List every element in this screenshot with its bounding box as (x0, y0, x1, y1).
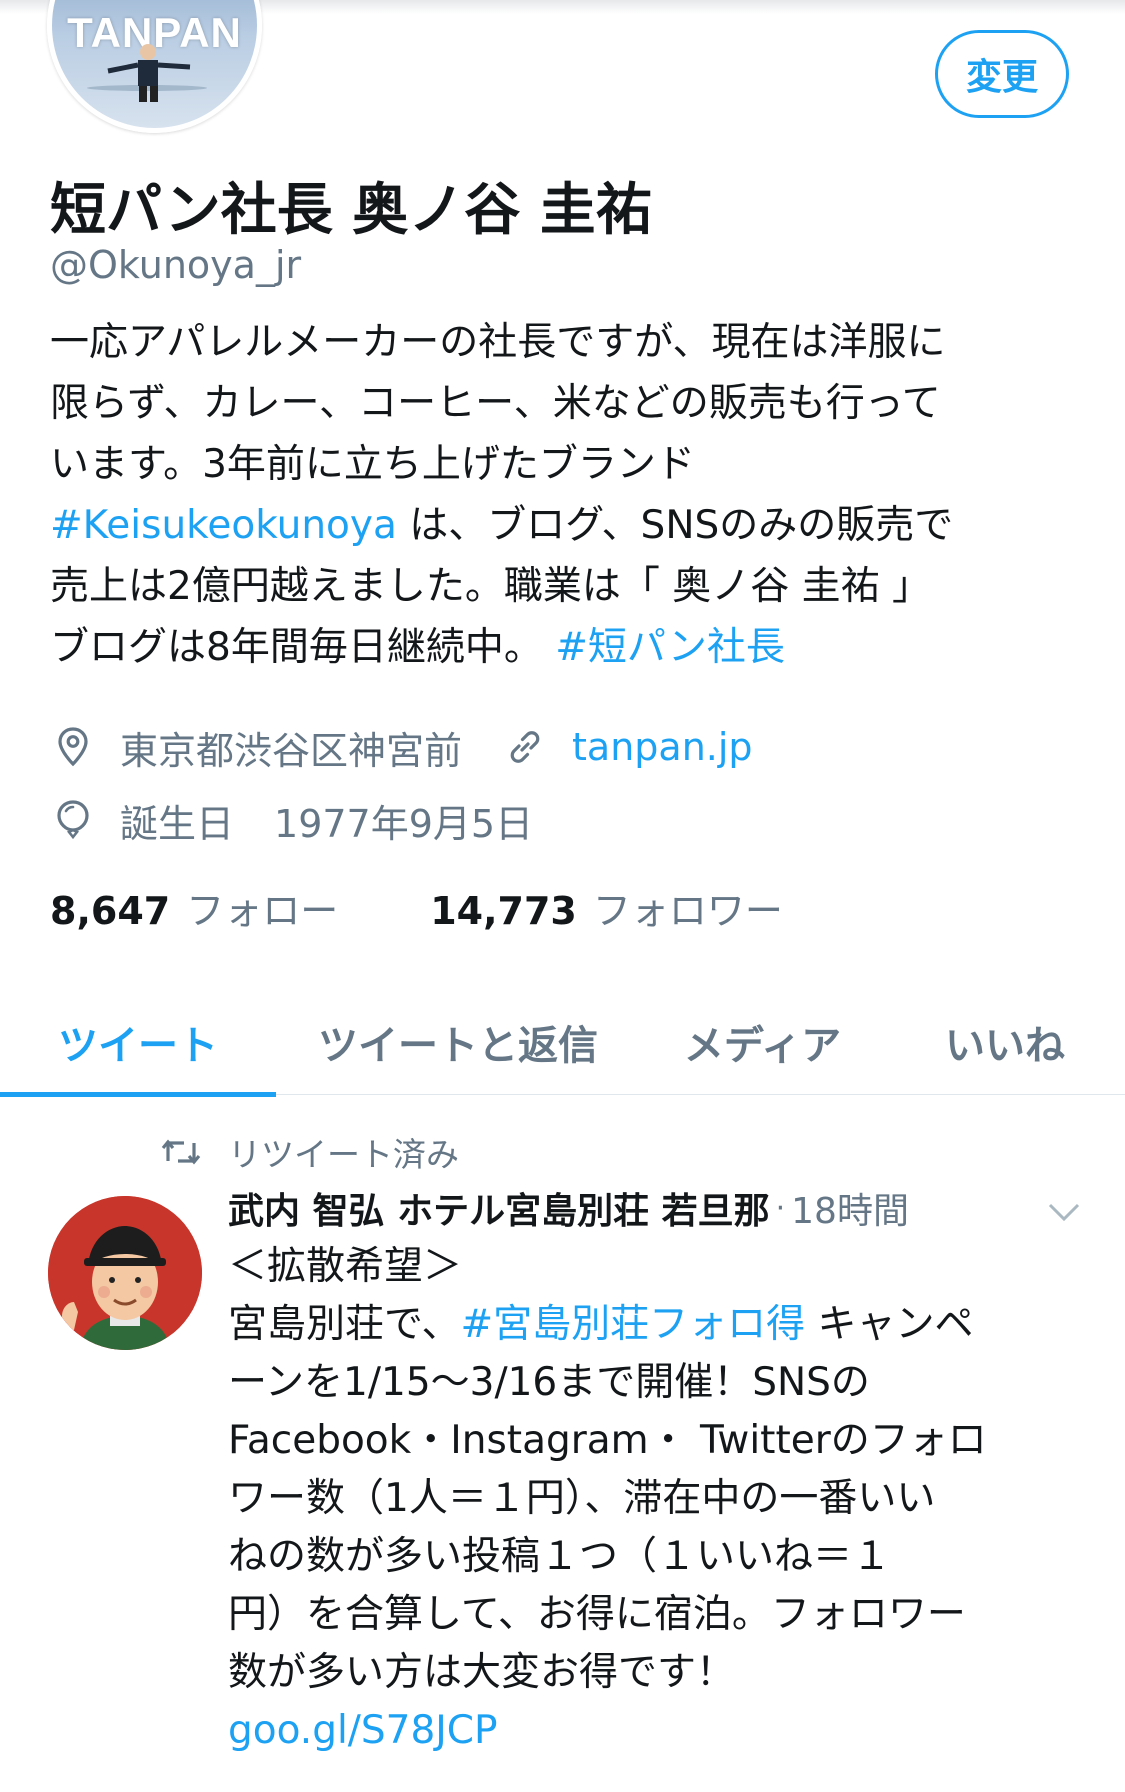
tweet-line: ねの数が多い投稿１つ（１いいね＝１ (228, 1528, 1108, 1586)
hashtag-miyajima-link[interactable]: #宮島別荘フォロ得 (460, 1302, 805, 1347)
profile-display-name: 短パン社長 奥ノ谷 圭祐 (50, 178, 652, 243)
tab-tweets[interactable]: ツイート (0, 990, 276, 1094)
profile-meta-birthday-row: 誕生日 1977年9月5日 (50, 790, 533, 850)
tweet-text: ワー数（1人＝１円）、滞在中の一番いい (228, 1476, 936, 1521)
tweet-text: 数が多い方は大変お得です！ (228, 1650, 736, 1695)
profile-avatar[interactable]: TANPAN (47, 0, 262, 133)
tweet-line: 宮島別荘で、#宮島別荘フォロ得 キャンペ (228, 1296, 1108, 1354)
tweet-line: ワー数（1人＝１円）、滞在中の一番いい (228, 1470, 1108, 1528)
balloon-icon (57, 800, 89, 840)
tweet-text: ＜拡散希望＞ (228, 1244, 463, 1289)
tweet-author-name[interactable]: 武内 智弘 ホテル宮島別荘 若旦那 (228, 1182, 770, 1234)
profile-bio: 一応アパレルメーカーの社長ですが、現在は洋服に 限らず、カレー、コーヒー、米など… (50, 312, 1080, 678)
tweet-line: 数が多い方は大変お得です！ (228, 1644, 1108, 1702)
bio-text: 一応アパレルメーカーの社長ですが、現在は洋服に (50, 320, 946, 365)
edit-profile-button[interactable]: 変更 (935, 30, 1069, 118)
link-icon (510, 731, 540, 763)
followers-count[interactable]: 14,773 (430, 889, 577, 933)
bio-line: 限らず、カレー、コーヒー、米などの販売も行って (50, 373, 1080, 434)
tweet-body: ＜拡散希望＞ 宮島別荘で、#宮島別荘フォロ得 キャンペ ーンを1/15〜3/16… (228, 1238, 1108, 1760)
chevron-down-icon[interactable] (1046, 1200, 1082, 1224)
avatar-person-figure (87, 44, 207, 102)
tweet-text: ねの数が多い投稿１つ（１いいね＝１ (228, 1534, 892, 1579)
active-tab-indicator (0, 1092, 276, 1097)
profile-tabs: ツイート ツイートと返信 メディア いいね (0, 990, 1125, 1095)
bio-text: ブログは8年間毎日継続中。 (50, 625, 556, 670)
retweet-label: リツイート済み (228, 1135, 459, 1174)
tweet-text: 宮島別荘で、 (228, 1302, 461, 1347)
tweet-line: goo.gl/S78JCP (228, 1702, 1108, 1760)
profile-counts: 8,647 フォロー 14,773 フォロワー (50, 880, 783, 935)
tweet-line: ーンを1/15〜3/16まで開催！SNSの (228, 1354, 1108, 1412)
profile-meta-location-row: 東京都渋谷区神宮前 tanpan.jp (50, 717, 753, 777)
following-label[interactable]: フォロー (186, 880, 338, 935)
bio-line: ブログは8年間毎日継続中。 #短パン社長 (50, 617, 1080, 678)
tweet-line: Facebook・Instagram・ Twitterのフォロ (228, 1412, 1108, 1470)
hashtag-keisukeokunoya-link[interactable]: #Keisukeokunoya (50, 503, 397, 548)
author-illustration (48, 1196, 202, 1350)
tweet-header: 武内 智弘 ホテル宮島別荘 若旦那 · 18時間 (228, 1178, 909, 1238)
retweet-icon (161, 1139, 201, 1165)
bio-text: 売上は2億円越えました。職業は「 奥ノ谷 圭祐 」 (50, 564, 932, 609)
retweet-indicator: リツイート済み (160, 1128, 459, 1176)
following-count[interactable]: 8,647 (50, 889, 170, 933)
tweet-text: Facebook・Instagram・ Twitterのフォロ (228, 1418, 987, 1463)
profile-location: 東京都渋谷区神宮前 (120, 728, 463, 773)
tab-likes[interactable]: いいね (885, 990, 1125, 1094)
hashtag-tanpan-shacho-link[interactable]: #短パン社長 (555, 625, 785, 670)
tab-tweets-and-replies[interactable]: ツイートと返信 (276, 990, 640, 1094)
birthday-label: 誕生日 (120, 801, 235, 846)
tab-media[interactable]: メディア (640, 990, 885, 1094)
tweet-text: 円）を合算して、お得に宿泊。フォロワー (228, 1592, 966, 1637)
profile-website-link[interactable]: tanpan.jp (572, 725, 753, 769)
tweet-text: キャンペ (805, 1302, 974, 1347)
tweet-line: ＜拡散希望＞ (228, 1238, 1108, 1296)
bio-line: 売上は2億円越えました。職業は「 奥ノ谷 圭祐 」 (50, 556, 1080, 617)
tweet-author-avatar[interactable] (48, 1196, 202, 1350)
tweet-separator: · (775, 1190, 786, 1226)
bio-line: 一応アパレルメーカーの社長ですが、現在は洋服に (50, 312, 1080, 373)
tweet-url-link[interactable]: goo.gl/S78JCP (228, 1708, 498, 1753)
bio-line: います。3年前に立ち上げたブランド (50, 434, 1080, 495)
bio-text: 限らず、カレー、コーヒー、米などの販売も行って (50, 381, 941, 426)
bio-text: は、ブログ、SNSのみの販売で (396, 503, 954, 548)
location-pin-icon (58, 727, 88, 767)
profile-handle: @Okunoya_jr (50, 243, 302, 287)
followers-label[interactable]: フォロワー (593, 880, 783, 935)
birthday-value: 1977年9月5日 (274, 801, 534, 846)
bio-line: #Keisukeokunoya は、ブログ、SNSのみの販売で (50, 495, 1080, 556)
tweet-line: 円）を合算して、お得に宿泊。フォロワー (228, 1586, 1108, 1644)
bio-text: います。3年前に立ち上げたブランド (50, 442, 695, 487)
tweet-timestamp[interactable]: 18時間 (791, 1182, 909, 1234)
tweet-text: ーンを1/15〜3/16まで開催！SNSの (228, 1360, 870, 1405)
